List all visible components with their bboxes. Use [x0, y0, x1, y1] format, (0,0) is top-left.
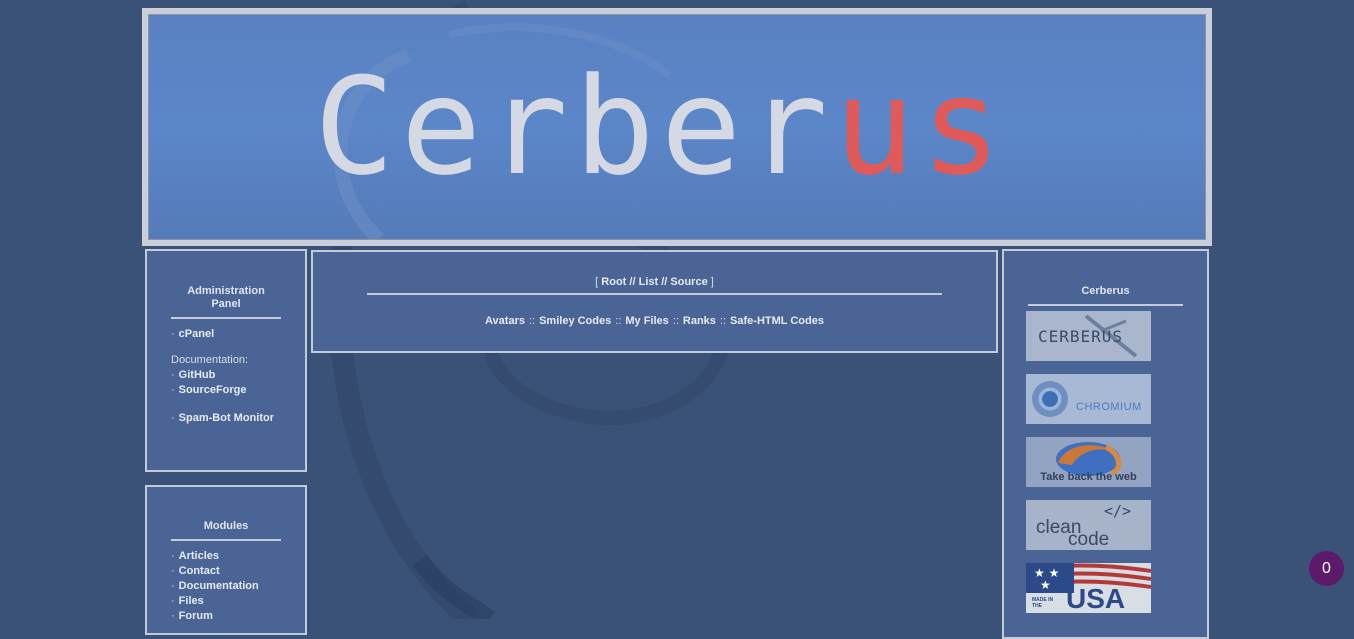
menu-item-sourceforge[interactable]: · SourceForge: [171, 383, 281, 398]
cerberus-panel-divider: [1028, 304, 1183, 306]
github-link[interactable]: GitHub: [179, 369, 216, 381]
smiley-codes-link[interactable]: Smiley Codes: [539, 315, 611, 327]
breadcrumb-source-link[interactable]: Source: [670, 276, 707, 288]
notification-count-badge[interactable]: 0: [1309, 551, 1344, 586]
content-nav-links: Avatars:: Smiley Codes:: My Files:: Ranks::…: [485, 315, 824, 327]
cerberus-badge-text: CERBERUS: [1038, 327, 1124, 346]
modules-panel: Modules · Articles · Contact · Documentatio…: [145, 485, 307, 635]
banner-image: Cerberus: [148, 14, 1206, 240]
cleancode-badge[interactable]: </> clean code: [1026, 500, 1151, 550]
menu-item-files[interactable]: · Files: [171, 594, 281, 609]
chromium-badge[interactable]: CHROMIUM: [1026, 374, 1151, 424]
safe-html-codes-link[interactable]: Safe-HTML Codes: [730, 315, 824, 327]
contact-link[interactable]: Contact: [179, 565, 220, 577]
firefox-badge-text: Take back the web: [1040, 471, 1137, 483]
breadcrumb-root-link[interactable]: Root: [601, 276, 626, 288]
documentation-label: Documentation:: [171, 354, 249, 366]
admin-panel-divider: [171, 317, 281, 319]
admin-panel-title: Administration Panel: [187, 285, 265, 310]
cpanel-link[interactable]: cPanel: [179, 328, 214, 340]
chromium-icon: [1032, 381, 1068, 417]
menu-item-spam-bot-monitor[interactable]: · Spam-Bot Monitor: [171, 411, 281, 426]
modules-panel-divider: [171, 539, 281, 541]
banner-title-part2: us: [834, 49, 1008, 205]
articles-link[interactable]: Articles: [179, 550, 219, 562]
ranks-link[interactable]: Ranks: [683, 315, 716, 327]
menu-item-contact[interactable]: · Contact: [171, 564, 281, 579]
cerberus-badge[interactable]: CERBERUS: [1026, 311, 1151, 361]
documentation-link[interactable]: Documentation: [179, 580, 259, 592]
admin-panel: Administration Panel · cPanel Documentati…: [145, 249, 307, 472]
sourceforge-link[interactable]: SourceForge: [179, 384, 247, 396]
site-banner: Cerberus: [142, 8, 1212, 246]
breadcrumb: [ Root // List // Source ]: [595, 276, 714, 288]
menu-item-articles[interactable]: · Articles: [171, 549, 281, 564]
files-link[interactable]: Files: [179, 595, 204, 607]
spam-bot-monitor-link[interactable]: Spam-Bot Monitor: [179, 412, 274, 424]
menu-item-documentation[interactable]: · Documentation: [171, 579, 281, 594]
breadcrumb-list-link[interactable]: List: [639, 276, 659, 288]
avatars-link[interactable]: Avatars: [485, 315, 525, 327]
cerberus-panel-title: Cerberus: [1081, 285, 1130, 297]
my-files-link[interactable]: My Files: [625, 315, 668, 327]
svg-text:★: ★: [1040, 578, 1051, 592]
banner-title-part1: Cerber: [314, 49, 835, 205]
content-divider: [367, 293, 942, 295]
chromium-badge-text: CHROMIUM: [1076, 401, 1142, 413]
content-panel: [ Root // List // Source ] Avatars:: Smil…: [311, 250, 998, 353]
firefox-badge[interactable]: Take back the web: [1026, 437, 1151, 487]
forum-link[interactable]: Forum: [179, 610, 213, 622]
made-in-usa-small-text: MADE IN THE: [1032, 597, 1054, 609]
cleancode-tag-icon: </>: [1104, 502, 1132, 520]
menu-item-github[interactable]: · GitHub: [171, 368, 281, 383]
menu-item-forum[interactable]: · Forum: [171, 609, 281, 624]
banner-logo-text: Cerberus: [314, 60, 1007, 194]
made-in-usa-big-text: USA: [1066, 583, 1126, 613]
modules-panel-title: Modules: [203, 520, 249, 532]
menu-item-cpanel[interactable]: · cPanel: [171, 327, 281, 342]
cleancode-text-code: code: [1068, 529, 1110, 550]
made-in-usa-badge[interactable]: ★ ★ ★ MADE IN THE USA: [1026, 563, 1151, 613]
